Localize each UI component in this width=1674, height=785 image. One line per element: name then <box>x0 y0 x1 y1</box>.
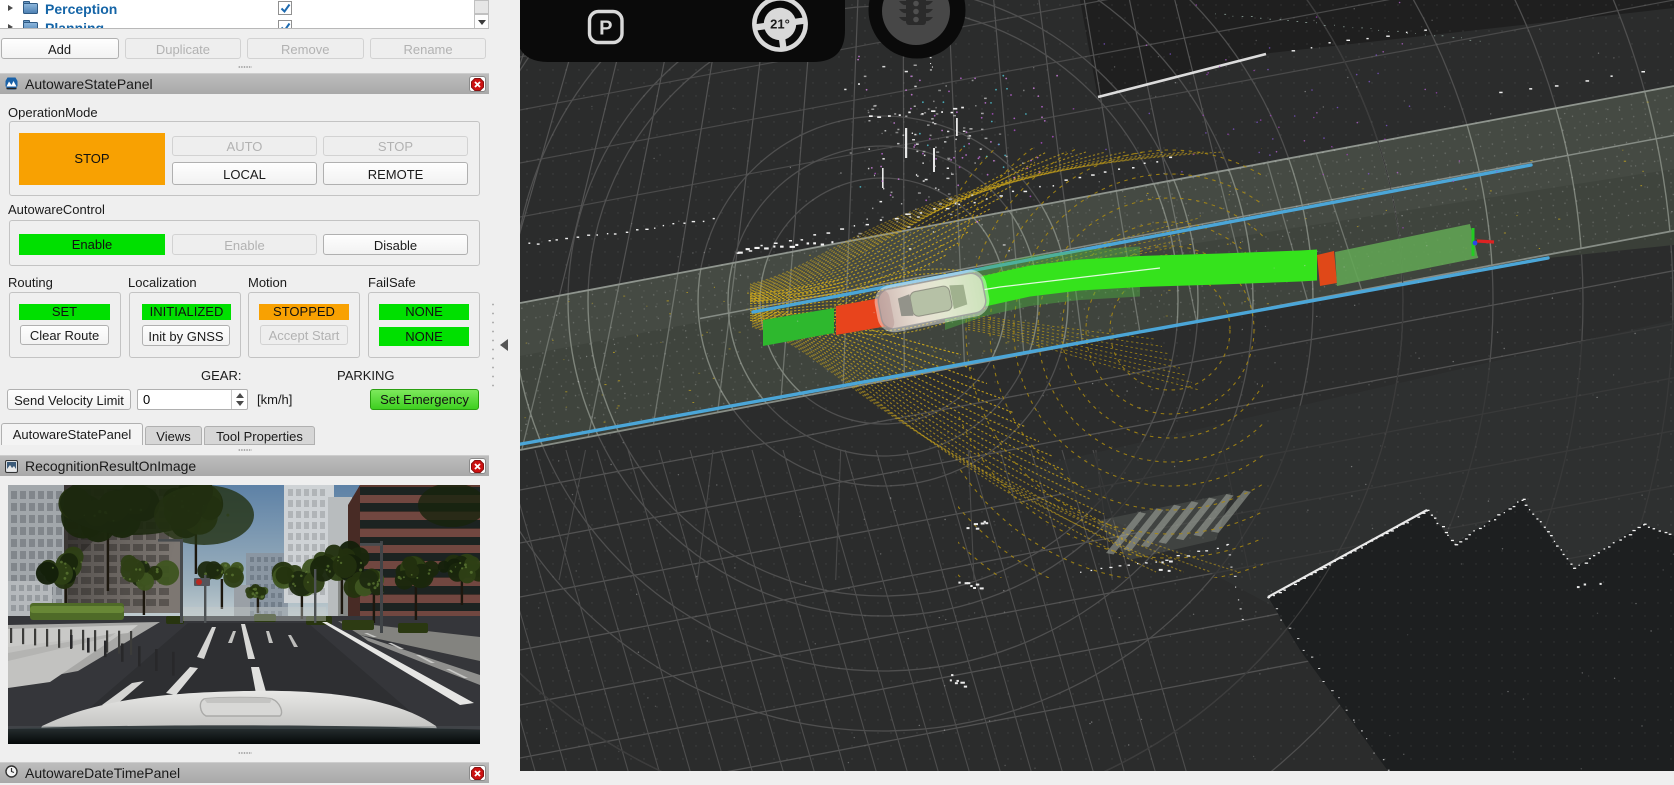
svg-text:P: P <box>599 18 612 40</box>
svg-text:21°: 21° <box>770 17 790 32</box>
